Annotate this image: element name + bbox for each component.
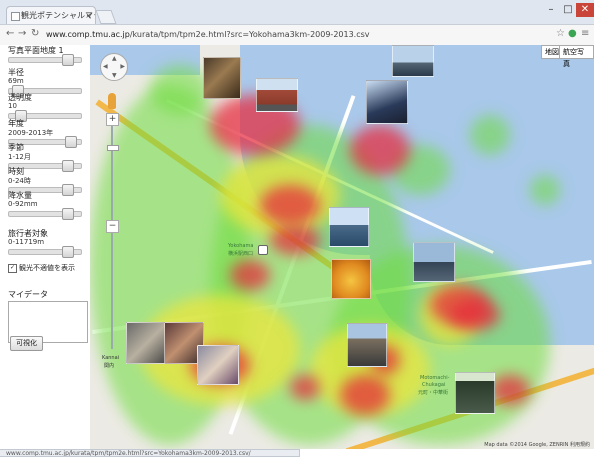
status-bar-url: www.comp.tmu.ac.jp/kurata/tpm/tpm2e.html… xyxy=(0,449,300,457)
control-panel: 写真平面地度 1 半径 69m 透明度 10 年度 2009-2013年 季節 1-12月 時刻 0… xyxy=(0,45,90,449)
page-favicon-icon xyxy=(11,12,20,21)
slider-thumb[interactable] xyxy=(65,136,77,148)
station-marker-icon xyxy=(258,245,268,255)
map-label-yokohama: Yokohama xyxy=(228,243,254,249)
zoom-in-button[interactable]: + xyxy=(106,113,119,126)
window-close-icon[interactable]: ✕ xyxy=(576,3,594,17)
slider-thumb[interactable] xyxy=(62,160,74,172)
map-type-satellite-button[interactable]: 航空写真 xyxy=(559,45,594,68)
maximize-icon[interactable]: □ xyxy=(560,3,576,17)
slider-thumb[interactable] xyxy=(62,54,74,66)
new-tab-button[interactable] xyxy=(95,10,117,24)
extension-icon[interactable]: ● xyxy=(568,28,577,39)
visualize-button[interactable]: 可視化 xyxy=(10,336,43,351)
street-view-pegman-icon[interactable] xyxy=(108,93,116,109)
photo-thumbnail[interactable] xyxy=(329,207,369,247)
browser-tab[interactable]: 観光ポテンシャルマップ - 横浜 × xyxy=(6,6,96,24)
forward-arrow-icon[interactable]: → xyxy=(18,28,26,39)
show-unsuitable-checkbox[interactable]: ✓ 観光不適値を表示 xyxy=(8,263,92,273)
pan-control-icon[interactable]: ▲ ▼ ◀ ▶ xyxy=(100,53,128,81)
photo-thumbnail[interactable] xyxy=(392,45,434,77)
photo-thumbnail[interactable] xyxy=(331,259,371,299)
heatmap-map[interactable]: Yokohama 横浜駅西口 Kannai 関内 Motomachi- Chuk… xyxy=(90,45,594,449)
minimize-icon[interactable]: – xyxy=(542,3,560,17)
filter-value: 0-92mm xyxy=(8,200,38,208)
back-arrow-icon[interactable]: ← xyxy=(6,28,14,39)
filter-label: 写真平面地度 1 xyxy=(8,46,64,55)
filter-slider[interactable] xyxy=(8,54,82,66)
browser-toolbar: ← → ↻ www.comp.tmu.ac.jp/kurata/tpm/tpm2… xyxy=(0,25,594,46)
map-label-yokohama-sub: 横浜駅西口 xyxy=(228,251,254,257)
filter-value: 1-12月 xyxy=(8,153,31,161)
filter-value: 0-11719m xyxy=(8,238,45,246)
zoom-slider-track[interactable] xyxy=(111,119,113,349)
photo-thumbnail[interactable] xyxy=(256,78,298,112)
checkbox-label: 観光不適値を表示 xyxy=(19,264,75,272)
filter-value: 2009-2013年 xyxy=(8,129,54,137)
photo-thumbnail[interactable] xyxy=(197,345,239,385)
photo-thumbnail[interactable] xyxy=(126,322,168,364)
photo-thumbnail[interactable] xyxy=(413,242,455,282)
bookmark-star-icon[interactable]: ☆ xyxy=(556,28,565,39)
filter-value: 69m xyxy=(8,77,24,85)
zoom-slider-handle[interactable] xyxy=(107,145,119,151)
map-label-motomachi-jp: 元町・中華街 xyxy=(418,390,449,396)
filter-value: 0-24時 xyxy=(8,177,31,185)
address-bar[interactable]: www.comp.tmu.ac.jp/kurata/tpm/tpm2e.html… xyxy=(46,28,544,41)
browser-tab-bar: 観光ポテンシャルマップ - 横浜 × – □ ✕ xyxy=(0,0,594,25)
map-label-motomachi: Motomachi- xyxy=(420,375,450,381)
my-data-label: マイデータ xyxy=(8,290,48,299)
filter-value: 10 xyxy=(8,102,17,110)
photo-thumbnail[interactable] xyxy=(203,57,241,99)
photo-thumbnail[interactable] xyxy=(455,372,495,414)
slider-thumb[interactable] xyxy=(62,246,74,258)
slider-thumb[interactable] xyxy=(62,184,74,196)
map-label-kannai: Kannai xyxy=(102,355,120,361)
photo-thumbnail[interactable] xyxy=(366,80,408,124)
filter-slider[interactable] xyxy=(8,246,82,258)
map-attribution: Map data ©2014 Google, ZENRIN 利用規約 xyxy=(484,442,590,448)
map-label-motomachi-2: Chukagai xyxy=(422,382,446,388)
reload-icon[interactable]: ↻ xyxy=(31,28,39,39)
photo-thumbnail[interactable] xyxy=(347,323,387,367)
zoom-out-button[interactable]: − xyxy=(106,220,119,233)
map-label-kannai-jp: 関内 xyxy=(104,363,115,369)
url-host: www.comp.tmu.ac.jp xyxy=(46,30,130,39)
slider-thumb[interactable] xyxy=(62,208,74,220)
checkbox-box[interactable]: ✓ xyxy=(8,263,17,273)
tab-close-icon[interactable]: × xyxy=(85,7,92,24)
filter-slider[interactable] xyxy=(8,208,82,220)
url-path: /kurata/tpm/tpm2e.html?src=Yokohama3km-2… xyxy=(129,30,370,39)
menu-icon[interactable]: ≡ xyxy=(581,28,589,39)
